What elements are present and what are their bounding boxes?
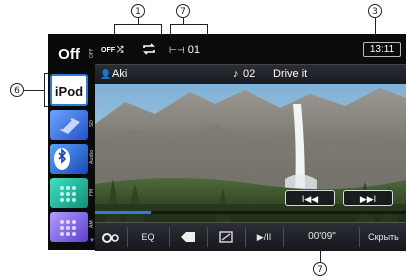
bottom-control-bar: EQ ▶/II 00'09" Скрыть	[95, 222, 406, 251]
video-display[interactable]: I◀◀ ▶▶I	[95, 84, 406, 222]
source-off-button[interactable]: Off	[50, 40, 88, 70]
track-counter-icon: ⊢⊣	[169, 45, 185, 55]
status-bar: OFF ⤮ ⊢⊣ 01 13:11	[95, 34, 406, 64]
back-button[interactable]	[171, 223, 205, 251]
divider	[359, 227, 360, 247]
artist-name: Aki	[112, 68, 128, 80]
track-info-bar: 👤 Aki ♪ 02 Drive it	[95, 64, 406, 86]
callout-7-top: 7	[176, 4, 190, 18]
radio-fm-icon	[60, 186, 76, 202]
leader-line	[114, 24, 162, 25]
track-counter-value: 01	[187, 44, 200, 56]
radio-am-icon	[60, 220, 76, 236]
settings-gear-icon	[102, 233, 119, 243]
artist-icon: 👤	[100, 69, 112, 79]
leader-line	[170, 24, 208, 25]
next-track-button[interactable]: ▶▶I	[343, 190, 393, 206]
shuffle-button[interactable]: OFF ⤮	[101, 44, 123, 56]
callout-3: 3	[368, 4, 382, 18]
bluetooth-icon	[54, 148, 70, 170]
settings-button[interactable]	[95, 223, 125, 251]
video-settings-icon	[219, 231, 233, 243]
callout-7-bottom: 7	[313, 262, 327, 276]
source-fm-button[interactable]	[50, 178, 88, 208]
leader-line	[320, 250, 321, 262]
leader-line	[24, 90, 44, 91]
hide-button[interactable]: Скрыть	[361, 223, 406, 251]
source-sidebar: Off iPod OFF SD Audio FM AM ▼	[48, 34, 95, 250]
eq-button[interactable]: EQ	[129, 223, 167, 251]
music-note-icon: ♪	[233, 68, 239, 80]
progress-fill	[95, 211, 151, 214]
divider	[283, 227, 284, 247]
shuffle-icon: ⤮	[116, 45, 124, 54]
back-arrow-icon	[181, 232, 195, 242]
source-off-label: Off	[58, 46, 80, 63]
leader-line	[44, 73, 45, 107]
source-sd-button[interactable]	[50, 110, 88, 140]
track-counter: ⊢⊣ 01	[169, 43, 200, 57]
track-number: 02	[243, 68, 256, 80]
callout-6: 6	[10, 83, 24, 97]
clock: 13:11	[363, 42, 401, 57]
previous-track-button[interactable]: I◀◀	[285, 190, 335, 206]
callout-1: 1	[131, 4, 145, 18]
repeat-icon	[143, 43, 155, 55]
video-settings-button[interactable]	[209, 223, 243, 251]
source-bluetooth-button[interactable]	[50, 144, 88, 174]
divider	[169, 227, 170, 247]
repeat-button[interactable]	[141, 42, 157, 56]
source-ipod-button[interactable]: iPod	[50, 74, 88, 106]
elapsed-time: 00'09"	[308, 231, 336, 242]
sd-card-icon	[60, 118, 80, 134]
divider	[127, 227, 128, 247]
progress-track[interactable]	[95, 211, 406, 214]
source-ipod-label: iPod	[54, 84, 84, 99]
song-title: Drive it	[273, 68, 308, 80]
source-am-button[interactable]	[50, 212, 88, 242]
shuffle-label: OFF	[101, 47, 115, 54]
play-pause-button[interactable]: ▶/II	[247, 223, 281, 251]
divider	[207, 227, 208, 247]
divider	[245, 227, 246, 247]
